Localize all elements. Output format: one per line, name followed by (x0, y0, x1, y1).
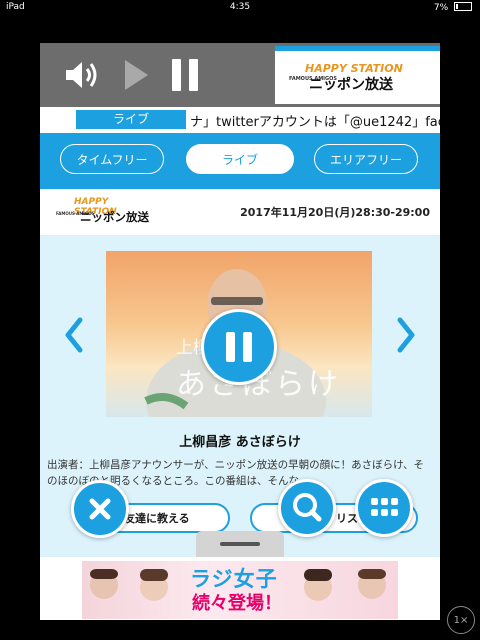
ad-banner[interactable]: ラジ女子 続々登場！ (82, 561, 398, 619)
zoom-button[interactable]: 1× (447, 606, 475, 634)
status-bar: iPad 4:35 7% (0, 0, 480, 14)
station-logo-small: HAPPY STATION FAMOUS AMIGOS ニッポン放送 (52, 197, 152, 227)
player-bar: FAMOUS AMIGOS HAPPY STATION ニッポン放送 (40, 43, 440, 107)
search-icon (293, 493, 322, 522)
pause-icon (226, 332, 252, 362)
ad-banner-area: ラジ女子 続々登場！ (40, 557, 440, 620)
ticker-bar: ライブ ナ」twitterアカウントは「@ue1242」facebo (40, 107, 440, 133)
speaker-icon (66, 62, 97, 88)
program-info-header: HAPPY STATION FAMOUS AMIGOS ニッポン放送 2017年… (40, 189, 440, 235)
tab-live[interactable]: ライブ (186, 144, 294, 174)
prev-program-button[interactable] (64, 317, 84, 353)
overlay-pause-button[interactable] (201, 309, 277, 385)
mode-tabs: タイムフリー ライブ エリアフリー (40, 133, 440, 189)
radiko-app: FAMOUS AMIGOS HAPPY STATION ニッポン放送 ライブ ナ… (40, 43, 440, 620)
close-icon (89, 498, 111, 520)
pause-button[interactable] (167, 57, 207, 93)
tab-areafree[interactable]: エリアフリー (314, 144, 418, 174)
tab-timefree[interactable]: タイムフリー (60, 144, 164, 174)
drawer-handle[interactable] (196, 531, 284, 557)
battery-indicator: 7% (434, 2, 472, 13)
clock: 4:35 (229, 2, 251, 12)
volume-button[interactable] (62, 57, 102, 93)
close-button[interactable] (71, 480, 129, 538)
battery-icon (454, 2, 472, 11)
chevron-right-icon (397, 317, 415, 353)
ticker-text: ナ」twitterアカウントは「@ue1242」facebo (190, 115, 440, 130)
chevron-left-icon (65, 317, 83, 353)
next-program-button[interactable] (396, 317, 416, 353)
logo-station-name: ニッポン放送 (80, 210, 149, 224)
search-button[interactable] (278, 479, 336, 537)
logo-station-name: ニッポン放送 (309, 77, 393, 93)
program-title: 上柳昌彦 あさぼらけ (179, 435, 301, 450)
pause-icon (172, 59, 198, 91)
battery-percent: 7% (433, 3, 449, 13)
menu-button[interactable] (355, 479, 413, 537)
ticker-live-badge: ライブ (76, 110, 186, 129)
broadcast-date: 2017年11月20日(月)28:30-29:00 (240, 206, 430, 219)
station-logo: FAMOUS AMIGOS HAPPY STATION ニッポン放送 (275, 46, 440, 104)
grid-menu-icon (371, 498, 398, 516)
handle-grip-icon (220, 542, 260, 546)
ad-subtitle: 続々登場！ (192, 593, 282, 614)
play-button[interactable] (120, 57, 160, 93)
play-icon (125, 60, 148, 90)
